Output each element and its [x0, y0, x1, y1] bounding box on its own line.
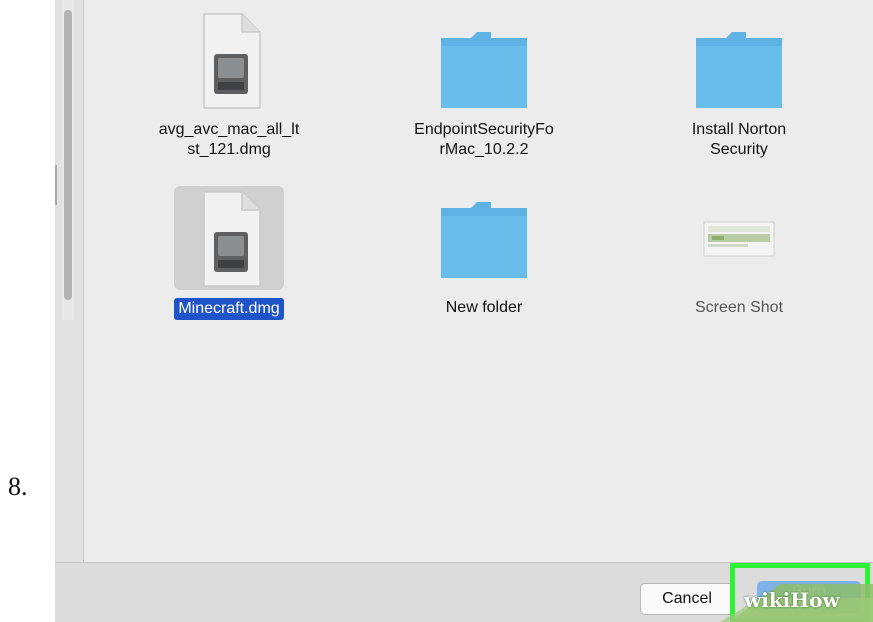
disk-image-icon	[203, 13, 261, 109]
folder-icon	[441, 202, 527, 278]
folder-icon	[441, 32, 527, 108]
file-label-selected: Minecraft.dmg	[174, 298, 284, 320]
disk-image-icon	[203, 191, 261, 287]
file-icon-box	[684, 186, 794, 290]
file-item-new-folder[interactable]: New folder	[394, 186, 574, 318]
file-label-line1: Install Norton	[691, 121, 787, 138]
file-item-endpoint-security[interactable]: EndpointSecurityFo rMac_10.2.2	[394, 8, 574, 160]
file-icon-box	[429, 186, 539, 290]
file-item-minecraft-dmg[interactable]: Minecraft.dmg	[139, 186, 319, 320]
file-label-line2: rMac_10.2.2	[439, 141, 529, 158]
file-icon-box	[684, 8, 794, 112]
file-icon-box-selected	[174, 186, 284, 290]
file-label-line1: Screen Shot	[694, 299, 784, 316]
file-label-line1: avg_avc_mac_all_lt	[158, 121, 300, 138]
file-label-line1: EndpointSecurityFo	[414, 121, 554, 138]
scrollbar-thumb[interactable]	[64, 10, 72, 300]
file-label-line1: New folder	[445, 299, 523, 316]
screenshot-thumbnail-icon	[703, 221, 775, 257]
file-item-install-norton[interactable]: Install Norton Security	[649, 8, 829, 160]
sidebar-resize-handle[interactable]	[55, 165, 57, 205]
file-icon-box	[429, 8, 539, 112]
file-item-screen-shot[interactable]: Screen Shot	[649, 186, 829, 318]
file-label-line2: st_121.dmg	[187, 141, 271, 158]
file-browser-content: avg_avc_mac_all_lt st_121.dmg EndpointSe…	[84, 0, 873, 562]
wikihow-watermark: wikiHow	[720, 578, 873, 622]
file-item-avg-dmg[interactable]: avg_avc_mac_all_lt st_121.dmg	[139, 8, 319, 160]
burn-dialog-window: avg_avc_mac_all_lt st_121.dmg EndpointSe…	[55, 0, 873, 622]
folder-icon	[696, 32, 782, 108]
sidebar-strip	[55, 0, 84, 562]
file-icon-box	[174, 8, 284, 112]
file-label-line2: Security	[710, 141, 768, 158]
step-number: 8.	[8, 472, 28, 501]
wikihow-logo-text: wikiHow	[744, 588, 840, 612]
